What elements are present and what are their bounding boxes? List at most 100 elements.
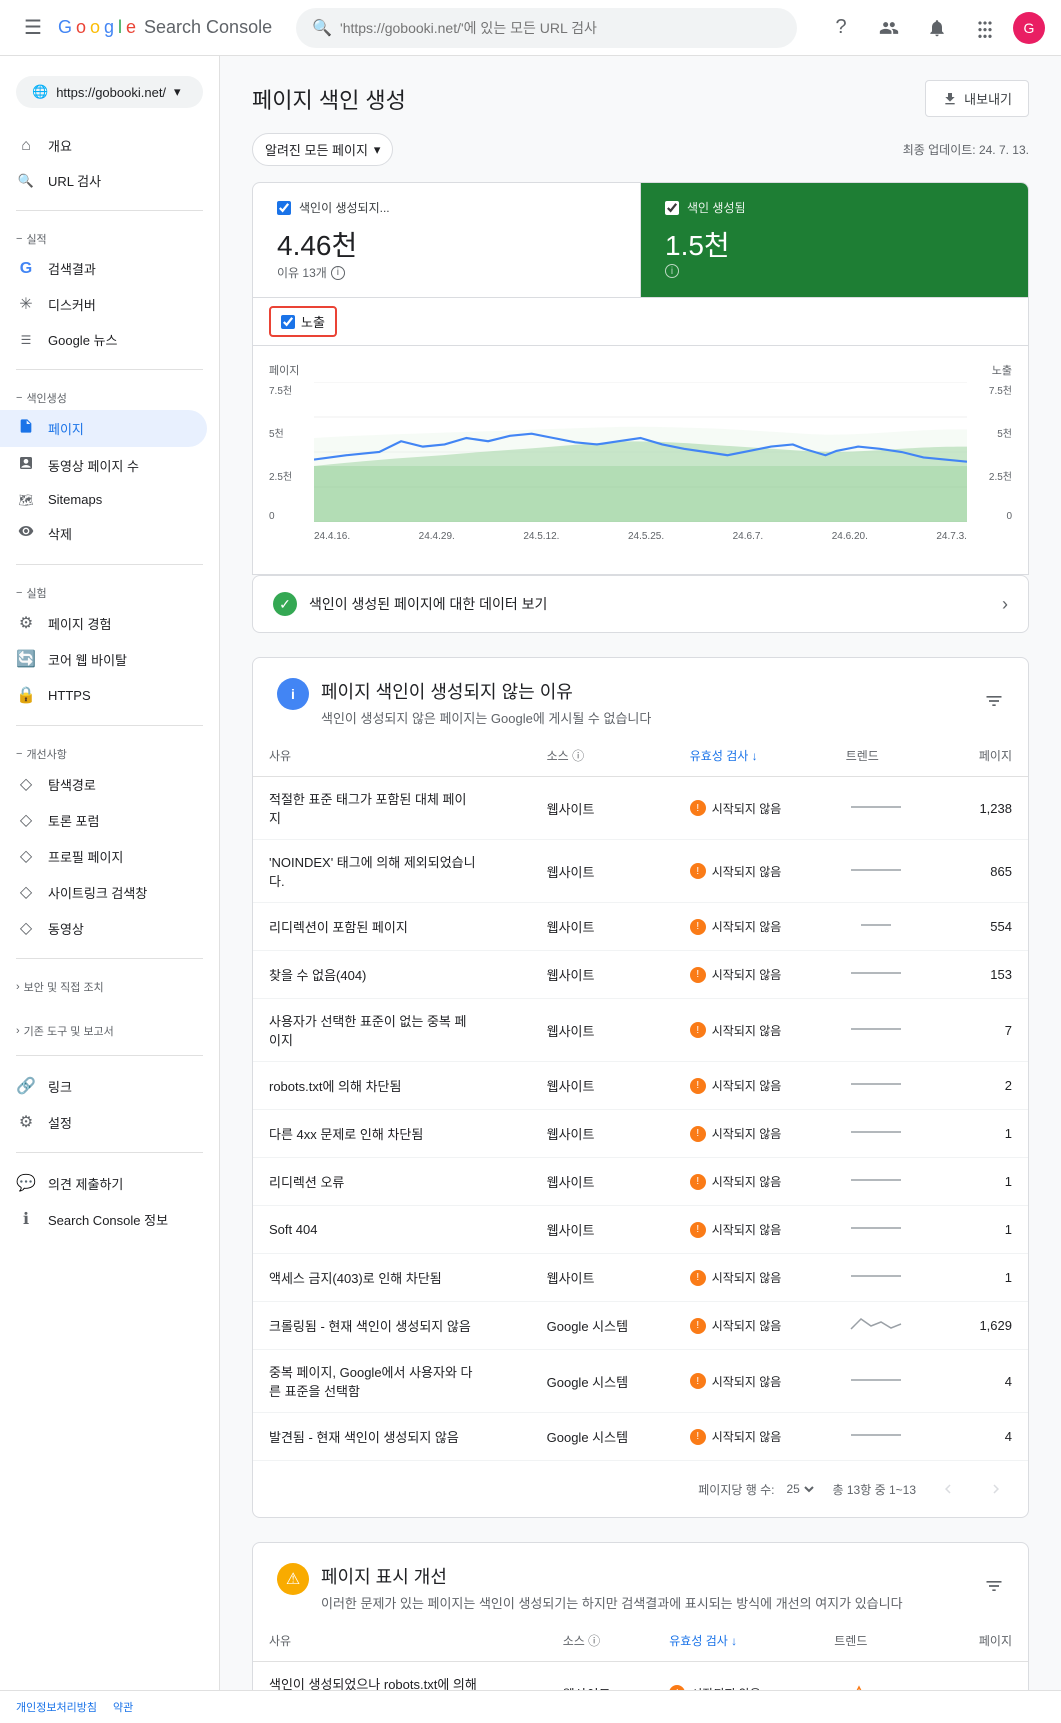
table-row[interactable]: 적절한 표준 태그가 포함된 대체 페이지 웹사이트 ! 시작되지 않음 1,2… <box>253 777 1028 840</box>
exposure-badge[interactable]: 노출 <box>269 306 337 337</box>
bell-icon[interactable] <box>917 8 957 48</box>
prev-page-button[interactable] <box>932 1473 964 1505</box>
cell-source: 웹사이트 <box>531 903 674 951</box>
section-expand-icon: − <box>16 587 22 599</box>
table-row[interactable]: 리디렉션 오류 웹사이트 ! 시작되지 않음 1 <box>253 1158 1028 1206</box>
sidebar-item-google-news[interactable]: ☰ Google 뉴스 <box>0 322 207 357</box>
warn-section-icon: ⚠ <box>277 1563 309 1595</box>
sidebar-item-video-pages[interactable]: 동영상 페이지 수 <box>0 447 207 484</box>
table-row[interactable]: 발견됨 - 현재 색인이 생성되지 않음 Google 시스템 ! 시작되지 않… <box>253 1413 1028 1461</box>
sidebar-item-feedback[interactable]: 💬 의견 제출하기 <box>0 1165 207 1201</box>
sidebar-item-overview[interactable]: ⌂ 개요 <box>0 128 207 163</box>
content-inner: 페이지 색인 생성 내보내기 알려진 모든 페이지 ▾ 최종 업데이트: 24.… <box>220 56 1061 1723</box>
sidebar-item-search-results[interactable]: G 검색결과 <box>0 251 207 286</box>
search-icon: 🔍 <box>312 18 332 38</box>
table-row[interactable]: 리디렉션이 포함된 페이지 웹사이트 ! 시작되지 않음 554 <box>253 903 1028 951</box>
status-warn-icon: ! <box>690 1174 706 1190</box>
sidebar-item-pages[interactable]: 페이지 <box>0 410 207 447</box>
help-icon[interactable]: ? <box>821 8 861 48</box>
sidebar-item-sitelinks-searchbox[interactable]: ◇ 사이트링크 검색창 <box>0 874 207 910</box>
indexed-link-arrow: › <box>1002 594 1008 615</box>
dcol-source: 소스 ⓘ <box>547 1620 654 1662</box>
table-row[interactable]: 찾을 수 없음(404) 웹사이트 ! 시작되지 않음 153 <box>253 951 1028 999</box>
table-row[interactable]: 크롤링됨 - 현재 색인이 생성되지 않음 Google 시스템 ! 시작되지 … <box>253 1302 1028 1350</box>
cell-trend <box>830 840 946 903</box>
cell-validation: ! 시작되지 않음 <box>674 1206 830 1254</box>
site-selector[interactable]: 🌐 https://gobooki.net/ ▾ <box>16 76 203 108</box>
indexed-pages-link[interactable]: ✓ 색인이 생성된 페이지에 대한 데이터 보기 › <box>252 575 1029 633</box>
sidebar-item-video[interactable]: ◇ 동영상 <box>0 910 207 946</box>
sidebar-section-label-security[interactable]: › 보안 및 직접 조치 <box>0 971 219 999</box>
dcol-reason: 사유 <box>253 1620 547 1662</box>
sidebar-divider-3 <box>16 564 203 565</box>
page-title: 페이지 색인 생성 <box>252 83 406 115</box>
display-filter-icon[interactable] <box>984 1576 1004 1599</box>
table-row[interactable]: 다른 4xx 문제로 인해 차단됨 웹사이트 ! 시작되지 않음 1 <box>253 1110 1028 1158</box>
col-validation[interactable]: 유효성 검사 ↓ <box>674 735 830 777</box>
cell-count: 1,629 <box>946 1302 1028 1350</box>
cell-trend <box>830 1350 946 1413</box>
table-row[interactable]: Soft 404 웹사이트 ! 시작되지 않음 1 <box>253 1206 1028 1254</box>
table-row[interactable]: 사용자가 선택한 표준이 없는 중복 페이지 웹사이트 ! 시작되지 않음 7 <box>253 999 1028 1062</box>
table-row[interactable]: 액세스 금지(403)로 인해 차단됨 웹사이트 ! 시작되지 않음 1 <box>253 1254 1028 1302</box>
search-input[interactable] <box>340 20 781 36</box>
search-bar[interactable]: 🔍 <box>296 8 797 48</box>
sidebar-item-remove[interactable]: 삭제 <box>0 515 207 552</box>
logo-g: G <box>58 17 72 38</box>
indexed-checkbox[interactable] <box>665 201 679 215</box>
next-page-button[interactable] <box>980 1473 1012 1505</box>
grid-icon[interactable] <box>965 8 1005 48</box>
profile-icon: ◇ <box>16 846 36 866</box>
dsource-info-icon[interactable]: ⓘ <box>588 1634 600 1648</box>
sidebar-item-discover[interactable]: ✳ 디스커버 <box>0 286 207 322</box>
source-info-icon[interactable]: ⓘ <box>572 749 584 763</box>
chart-legend: 페이지 노출 <box>269 362 1012 378</box>
table-row[interactable]: robots.txt에 의해 차단됨 웹사이트 ! 시작되지 않음 2 <box>253 1062 1028 1110</box>
status-warn-icon: ! <box>690 1022 706 1038</box>
not-indexed-title-group: i 페이지 색인이 생성되지 않는 이유 색인이 생성되지 않은 페이지는 Go… <box>277 678 984 727</box>
user-avatar[interactable]: G <box>1013 12 1045 44</box>
exposure-checkbox[interactable] <box>281 315 295 329</box>
menu-icon[interactable]: ☰ <box>16 7 50 48</box>
table-row[interactable]: 'NOINDEX' 태그에 의해 제외되었습니다. 웹사이트 ! 시작되지 않음… <box>253 840 1028 903</box>
sidebar-item-sc-info[interactable]: ℹ Search Console 정보 <box>0 1201 207 1237</box>
page-experience-icon: ⚙ <box>16 613 36 633</box>
per-page-select[interactable]: 25 10 50 <box>783 1481 817 1497</box>
status-warn-icon: ! <box>690 919 706 935</box>
cell-validation: ! 시작되지 않음 <box>674 1302 830 1350</box>
not-indexed-checkbox[interactable] <box>277 201 291 215</box>
table-row[interactable]: 중복 페이지, Google에서 사용자와 다른 표준을 선택함 Google … <box>253 1350 1028 1413</box>
sidebar-item-url-check[interactable]: 🔍 URL 검사 <box>0 163 207 198</box>
table-filter-icon[interactable] <box>984 691 1004 714</box>
sidebar-item-https[interactable]: 🔒 HTTPS <box>0 677 207 713</box>
sidebar-item-label: 프로필 페이지 <box>48 847 123 866</box>
not-indexed-header: i 페이지 색인이 생성되지 않는 이유 색인이 생성되지 않은 페이지는 Go… <box>253 658 1028 735</box>
sidebar-item-sitemaps[interactable]: 🗺 Sitemaps <box>0 484 207 515</box>
links-icon: 🔗 <box>16 1076 36 1096</box>
cell-trend <box>830 1158 946 1206</box>
export-button[interactable]: 내보내기 <box>925 80 1029 117</box>
sidebar-item-breadcrumbs[interactable]: ◇ 탐색경로 <box>0 766 207 802</box>
people-icon[interactable] <box>869 8 909 48</box>
display-title-text: 페이지 표시 개선 이러한 문제가 있는 페이지는 색인이 생성되기는 하지만 … <box>321 1563 903 1612</box>
chart-x-labels: 24.4.16. 24.4.29. 24.5.12. 24.5.25. 24.6… <box>314 531 967 542</box>
sidebar-item-discussion-forum[interactable]: ◇ 토론 포럼 <box>0 802 207 838</box>
sidebar-item-settings[interactable]: ⚙ 설정 <box>0 1104 207 1140</box>
sidebar-item-profile-page[interactable]: ◇ 프로필 페이지 <box>0 838 207 874</box>
sidebar-item-core-web-vitals[interactable]: 🔄 코어 웹 바이탈 <box>0 641 207 677</box>
section-title-text: 페이지 색인이 생성되지 않는 이유 색인이 생성되지 않은 페이지는 Goog… <box>321 678 651 727</box>
sidebar-item-label: 페이지 경험 <box>48 614 111 633</box>
sidebar-item-links[interactable]: 🔗 링크 <box>0 1068 207 1104</box>
indexed-label: 색인 생성됨 <box>687 199 746 216</box>
sidebar-item-page-experience[interactable]: ⚙ 페이지 경험 <box>0 605 207 641</box>
sidebar-section-label-legacy[interactable]: › 기존 도구 및 보고서 <box>0 1015 219 1043</box>
display-title: 페이지 표시 개선 <box>321 1563 903 1589</box>
privacy-link[interactable]: 개인정보처리방침 <box>16 1699 97 1715</box>
stat-card-not-indexed[interactable]: 색인이 생성되지... 4.46천 이유 13개 i <box>253 183 641 297</box>
check-circle-icon: ✓ <box>273 592 297 616</box>
dcol-validation[interactable]: 유효성 검사 ↓ <box>653 1620 818 1662</box>
terms-link[interactable]: 약관 <box>113 1699 133 1715</box>
filter-button[interactable]: 알려진 모든 페이지 ▾ <box>252 133 393 166</box>
stat-card-indexed[interactable]: 색인 생성됨 1.5천 i <box>641 183 1028 297</box>
cell-count: 2 <box>946 1062 1028 1110</box>
